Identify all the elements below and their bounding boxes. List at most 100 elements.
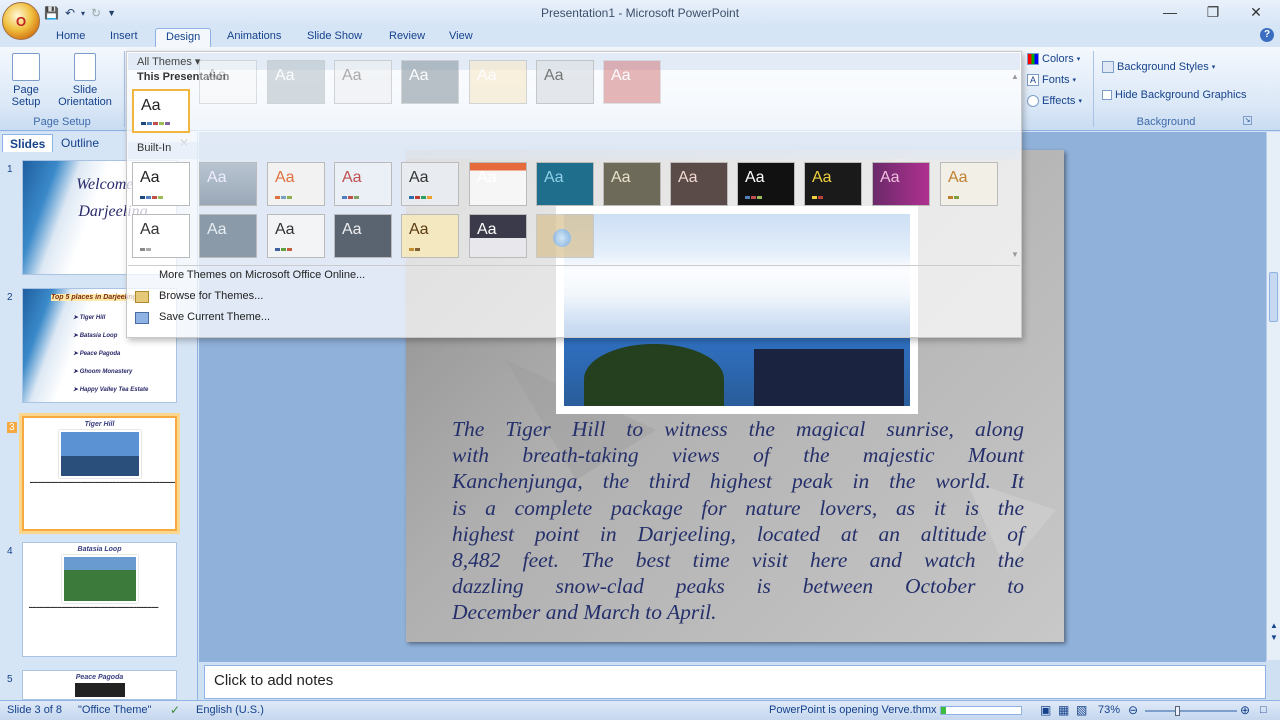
theme-recent-4[interactable]: Aa xyxy=(401,60,459,104)
theme-effects-button[interactable]: Effects ▾ xyxy=(1027,95,1082,107)
notes-field[interactable]: Click to add notes xyxy=(204,665,1266,699)
background-styles-label: Background Styles xyxy=(1117,61,1209,73)
slide-sorter-view-icon[interactable]: ▦ xyxy=(1058,703,1069,717)
theme-builtin[interactable]: Aa xyxy=(267,214,325,258)
checkbox-icon xyxy=(1102,90,1112,100)
background-styles-button[interactable]: Background Styles ▾ xyxy=(1102,61,1215,73)
ribbon-tabs: Home Insert Design Animations Slide Show… xyxy=(0,26,1280,47)
tab-view[interactable]: View xyxy=(439,28,483,47)
office-button[interactable]: O xyxy=(2,2,40,40)
theme-builtin[interactable]: Aa xyxy=(401,162,459,206)
theme-recent-6[interactable]: Aa xyxy=(536,60,594,104)
page-setup-button[interactable]: Page Setup xyxy=(6,53,46,108)
zoom-in-icon[interactable]: ⊕ xyxy=(1240,703,1250,717)
tab-slides[interactable]: Slides xyxy=(2,134,54,152)
browse-for-themes-link[interactable]: Browse for Themes... xyxy=(159,290,263,302)
thumb-text: ▬▬▬▬▬▬▬▬▬▬▬▬▬▬▬▬▬▬▬▬▬▬▬▬▬▬▬▬▬▬▬▬▬▬▬▬ xyxy=(29,605,159,609)
theme-recent-3[interactable]: Aa xyxy=(334,60,392,104)
theme-builtin[interactable]: Aa xyxy=(334,214,392,258)
theme-fonts-button[interactable]: A Fonts ▾ xyxy=(1027,74,1076,86)
theme-builtin[interactable]: Aa xyxy=(199,162,257,206)
theme-builtin[interactable]: Aa xyxy=(401,214,459,258)
office-logo: O xyxy=(15,13,27,29)
normal-view-icon[interactable]: ▣ xyxy=(1040,703,1051,717)
thumb-photo xyxy=(58,430,141,478)
thumb-bullet: ➤ Peace Pagoda xyxy=(73,351,121,357)
tab-home[interactable]: Home xyxy=(46,28,95,47)
background-dialog-launcher-icon[interactable]: ↘ xyxy=(1243,116,1252,125)
zoom-level[interactable]: 73% xyxy=(1098,704,1120,716)
theme-builtin[interactable]: Aa xyxy=(199,214,257,258)
body-line: The Tiger Hill to witness the magical su… xyxy=(452,417,1024,441)
theme-builtin[interactable]: Aa xyxy=(267,162,325,206)
fit-to-window-icon[interactable]: □ xyxy=(1260,704,1267,716)
theme-builtin[interactable]: Aa xyxy=(132,214,190,258)
slide-thumbnail-5[interactable]: Peace Pagoda xyxy=(22,670,177,700)
slide-thumbnail-3[interactable]: Tiger Hill ▬▬▬▬▬▬▬▬▬▬▬▬▬▬▬▬▬▬▬▬▬▬▬▬▬▬▬▬▬… xyxy=(19,413,180,534)
hide-background-graphics-checkbox[interactable]: Hide Background Graphics xyxy=(1102,89,1246,101)
theme-builtin[interactable]: Aa xyxy=(536,162,594,206)
progress-status-text: PowerPoint is opening Verve.thmx xyxy=(769,704,937,716)
zoom-out-icon[interactable]: ⊖ xyxy=(1128,703,1138,717)
help-icon[interactable]: ? xyxy=(1260,28,1274,42)
spellcheck-icon[interactable]: ✓ xyxy=(170,703,180,717)
tab-slide-show[interactable]: Slide Show xyxy=(297,28,372,47)
theme-builtin[interactable]: Aa xyxy=(469,162,527,206)
thumb-title: Peace Pagoda xyxy=(75,674,124,681)
previous-slide-icon[interactable]: ▲ xyxy=(1270,621,1278,630)
theme-recent-1[interactable]: Aa xyxy=(199,60,257,104)
tab-outline[interactable]: Outline xyxy=(54,134,106,152)
theme-builtin-hover[interactable] xyxy=(536,214,594,258)
restore-icon[interactable]: ❐ xyxy=(1193,2,1233,22)
slide-orientation-label-1: Slide xyxy=(72,84,98,96)
slide-thumbnail-4[interactable]: Batasia Loop ▬▬▬▬▬▬▬▬▬▬▬▬▬▬▬▬▬▬▬▬▬▬▬▬▬▬▬… xyxy=(22,542,177,657)
gallery-separator xyxy=(128,265,1020,266)
theme-recent-7[interactable]: Aa xyxy=(603,60,661,104)
gallery-scroll-down-icon[interactable]: ▼ xyxy=(1011,250,1019,259)
theme-builtin[interactable]: Aa xyxy=(670,162,728,206)
loading-spinner-icon xyxy=(553,229,571,247)
ribbon-separator xyxy=(124,51,125,127)
slide-show-view-icon[interactable]: ▧ xyxy=(1076,703,1087,717)
theme-builtin[interactable]: Aa xyxy=(737,162,795,206)
slide-count-status: Slide 3 of 8 xyxy=(7,704,63,716)
theme-colors-button[interactable]: Colors ▾ xyxy=(1027,53,1080,65)
close-icon[interactable]: ✕ xyxy=(1236,2,1276,22)
more-themes-online-link[interactable]: More Themes on Microsoft Office Online..… xyxy=(159,269,365,281)
next-slide-icon[interactable]: ▼ xyxy=(1270,633,1278,642)
tab-animations[interactable]: Animations xyxy=(217,28,291,47)
scrollbar-thumb[interactable] xyxy=(1269,272,1278,322)
body-line: Kanchenjunga, the third highest peak in … xyxy=(452,469,1024,494)
tab-design[interactable]: Design xyxy=(155,28,212,47)
page-setup-label: Page Setup xyxy=(11,84,41,108)
zoom-slider-thumb[interactable] xyxy=(1175,706,1180,716)
thumb-text: ▬▬▬▬▬▬▬▬▬▬▬▬▬▬▬▬▬▬▬▬▬▬▬▬▬▬▬▬▬▬▬▬▬▬▬▬▬▬▬▬… xyxy=(30,480,177,484)
progress-bar-fill xyxy=(941,707,946,714)
slide-number: 2 xyxy=(7,292,13,303)
theme-recent-2[interactable]: Aa xyxy=(267,60,325,104)
gallery-scroll-up-icon[interactable]: ▲ xyxy=(1011,72,1019,81)
theme-builtin[interactable]: Aa xyxy=(872,162,930,206)
save-current-theme-link[interactable]: Save Current Theme... xyxy=(159,311,270,323)
tab-insert[interactable]: Insert xyxy=(100,28,148,47)
save-theme-icon xyxy=(135,312,149,324)
tab-review[interactable]: Review xyxy=(379,28,435,47)
theme-builtin[interactable]: Aa xyxy=(132,162,190,206)
vertical-scrollbar[interactable]: ▲ ▼ xyxy=(1266,132,1280,660)
minimize-icon[interactable]: — xyxy=(1150,2,1190,22)
language-status[interactable]: English (U.S.) xyxy=(196,704,264,716)
theme-builtin[interactable]: Aa xyxy=(469,214,527,258)
colors-label: Colors xyxy=(1042,53,1074,65)
slide-body-text[interactable]: The Tiger Hill to witness the magical su… xyxy=(452,416,1024,626)
theme-builtin[interactable]: Aa xyxy=(603,162,661,206)
theme-builtin[interactable]: Aa xyxy=(334,162,392,206)
theme-builtin[interactable]: Aa xyxy=(804,162,862,206)
fonts-icon: A xyxy=(1027,74,1039,86)
theme-builtin[interactable]: Aa xyxy=(940,162,998,206)
theme-recent-5[interactable]: Aa xyxy=(469,60,527,104)
themes-filter-dropdown[interactable]: All Themes ▾ xyxy=(137,55,200,68)
theme-office-current[interactable]: Aa xyxy=(132,89,190,133)
thumb-photo xyxy=(74,683,125,697)
zoom-slider[interactable] xyxy=(1145,706,1237,716)
slide-orientation-button[interactable]: Slide Orientation xyxy=(52,53,118,108)
